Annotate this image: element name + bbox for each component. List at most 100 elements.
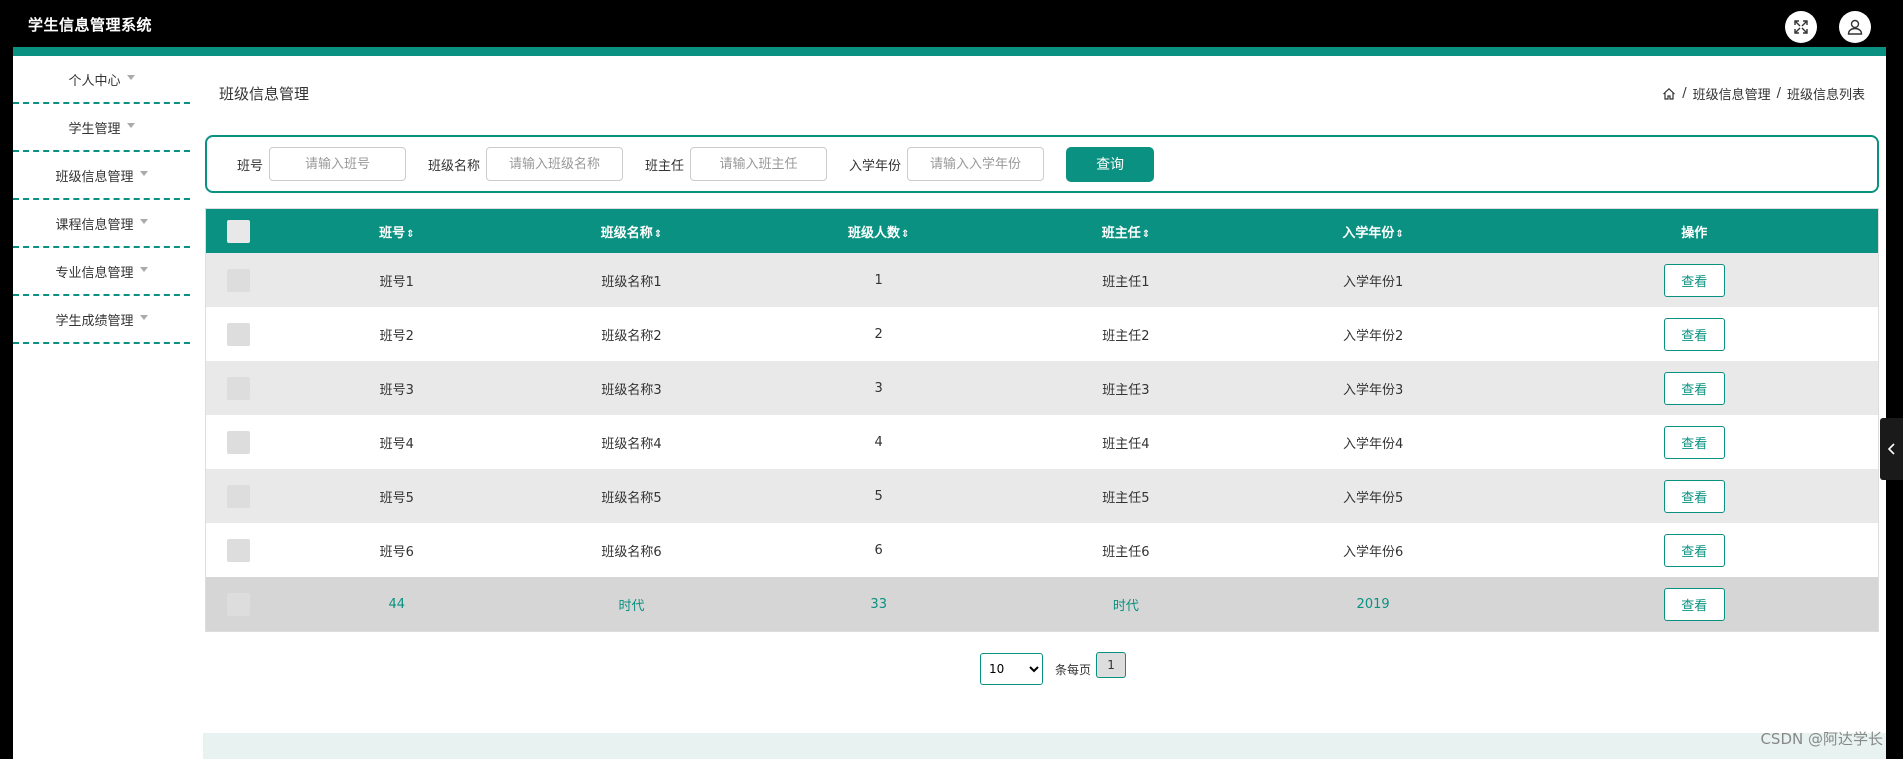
view-button[interactable]: 查看 bbox=[1663, 425, 1725, 459]
teacher-label: 班主任 bbox=[645, 158, 685, 174]
sidebar-item-score-management[interactable]: 学生成绩管理 bbox=[13, 296, 190, 344]
caret-down-icon bbox=[139, 266, 148, 272]
sort-icon: ⇕ bbox=[901, 228, 910, 240]
caret-down-icon bbox=[126, 122, 135, 128]
cell-teacher: 班主任2 bbox=[1102, 328, 1150, 344]
fullscreen-icon bbox=[1794, 20, 1808, 34]
cell-teacher: 班主任5 bbox=[1102, 490, 1150, 506]
cell-count: 5 bbox=[874, 488, 883, 504]
cell-class-no: 班号4 bbox=[379, 436, 414, 452]
top-bar: 学生信息管理系统 bbox=[0, 0, 1903, 47]
query-button[interactable]: 查询 bbox=[1066, 146, 1155, 182]
table-row: 班号4 班级名称4 4 班主任4 入学年份4 查看 bbox=[206, 415, 1878, 469]
view-button[interactable]: 查看 bbox=[1663, 317, 1725, 351]
col-year[interactable]: 入学年份⇕ bbox=[1236, 222, 1511, 241]
sort-icon: ⇕ bbox=[1395, 228, 1404, 240]
cell-year: 入学年份2 bbox=[1342, 328, 1404, 344]
app-title: 学生信息管理系统 bbox=[28, 16, 153, 34]
caret-down-icon bbox=[126, 74, 135, 80]
cell-teacher: 班主任4 bbox=[1102, 436, 1150, 452]
home-icon[interactable] bbox=[1662, 87, 1676, 101]
row-checkbox[interactable] bbox=[227, 538, 251, 562]
row-checkbox[interactable] bbox=[227, 430, 251, 454]
sidebar-item-label: 个人中心 bbox=[68, 73, 121, 89]
row-checkbox[interactable] bbox=[227, 484, 251, 508]
row-checkbox[interactable] bbox=[227, 322, 251, 346]
row-checkbox[interactable] bbox=[227, 268, 251, 292]
cell-class-no: 班号5 bbox=[379, 490, 414, 506]
row-checkbox[interactable] bbox=[227, 592, 251, 616]
class-no-label: 班号 bbox=[237, 158, 264, 174]
sidebar-item-label: 班级信息管理 bbox=[55, 169, 134, 185]
cell-teacher: 班主任6 bbox=[1102, 544, 1150, 560]
page-size-select[interactable]: 10 bbox=[980, 653, 1043, 685]
cell-class-name: 班级名称5 bbox=[601, 490, 662, 506]
per-page-label: 条每页 bbox=[1055, 662, 1092, 677]
cell-class-name: 班级名称4 bbox=[601, 436, 662, 452]
cell-class-name: 班级名称3 bbox=[601, 382, 662, 398]
breadcrumb-level2: 班级信息列表 bbox=[1786, 88, 1865, 103]
view-button[interactable]: 查看 bbox=[1663, 371, 1725, 405]
cell-year: 入学年份5 bbox=[1342, 490, 1404, 506]
chevron-left-icon bbox=[1887, 443, 1895, 455]
sidebar: 个人中心 学生管理 班级信息管理 课程信息管理 专业信息管理 学生成绩管理 bbox=[13, 56, 190, 344]
main-content: 班级信息管理 / 班级信息管理 / 班级信息列表 班号 班级名称 班主任 bbox=[203, 56, 1879, 759]
teacher-input[interactable] bbox=[690, 147, 828, 181]
col-class-no[interactable]: 班号⇕ bbox=[272, 222, 522, 241]
row-checkbox[interactable] bbox=[227, 376, 251, 400]
watermark: CSDN @阿达学长 bbox=[1760, 730, 1883, 748]
caret-down-icon bbox=[139, 218, 148, 224]
cell-count: 4 bbox=[874, 434, 883, 450]
class-no-input[interactable] bbox=[269, 147, 407, 181]
search-form: 班号 班级名称 班主任 入学年份 查询 bbox=[205, 135, 1879, 193]
fullscreen-button[interactable] bbox=[1785, 11, 1817, 43]
col-teacher[interactable]: 班主任⇕ bbox=[1016, 222, 1236, 241]
sort-icon: ⇕ bbox=[653, 228, 663, 240]
enroll-year-label: 入学年份 bbox=[849, 158, 902, 174]
sort-icon: ⇕ bbox=[1141, 228, 1151, 240]
table-row: 班号5 班级名称5 5 班主任5 入学年份5 查看 bbox=[206, 469, 1878, 523]
breadcrumb-level1[interactable]: 班级信息管理 bbox=[1693, 84, 1771, 103]
page-number-1[interactable]: 1 bbox=[1096, 652, 1127, 678]
breadcrumb-separator: / bbox=[1776, 86, 1781, 101]
cell-teacher: 班主任1 bbox=[1102, 274, 1150, 290]
view-button[interactable]: 查看 bbox=[1663, 533, 1725, 567]
caret-down-icon bbox=[139, 170, 148, 176]
breadcrumb: / 班级信息管理 / 班级信息列表 bbox=[1662, 84, 1865, 103]
sidebar-item-student-management[interactable]: 学生管理 bbox=[13, 104, 190, 152]
side-panel-toggle[interactable] bbox=[1880, 418, 1903, 480]
class-name-input[interactable] bbox=[486, 147, 624, 181]
pagination: 10 条每页 1 bbox=[980, 652, 1127, 685]
cell-class-name: 班级名称1 bbox=[601, 274, 662, 290]
cell-class-name: 班级名称6 bbox=[601, 544, 662, 560]
table-row-hovered: 44 时代 33 时代 2019 查看 bbox=[206, 577, 1878, 631]
cell-teacher: 班主任3 bbox=[1102, 382, 1150, 398]
table-row: 班号2 班级名称2 2 班主任2 入学年份2 查看 bbox=[206, 307, 1878, 361]
table-row: 班号6 班级名称6 6 班主任6 入学年份6 查看 bbox=[206, 523, 1878, 577]
sidebar-item-label: 学生管理 bbox=[68, 121, 121, 137]
view-button[interactable]: 查看 bbox=[1663, 479, 1725, 513]
sidebar-item-personal-center[interactable]: 个人中心 bbox=[13, 56, 190, 104]
user-button[interactable] bbox=[1839, 11, 1871, 43]
header-accent-strip bbox=[13, 47, 1886, 56]
footer-band bbox=[203, 733, 1886, 759]
class-table: 班号⇕ 班级名称⇕ 班级人数⇕ 班主任⇕ 入学年份⇕ 操作 班号1 班级名称1 … bbox=[205, 208, 1879, 632]
select-all-checkbox[interactable] bbox=[227, 219, 251, 243]
cell-year: 入学年份3 bbox=[1342, 382, 1404, 398]
caret-down-icon bbox=[139, 314, 148, 320]
cell-class-no: 44 bbox=[388, 596, 406, 612]
view-button[interactable]: 查看 bbox=[1663, 587, 1725, 621]
cell-count: 1 bbox=[874, 272, 883, 288]
col-count[interactable]: 班级人数⇕ bbox=[741, 222, 1016, 241]
col-class-name[interactable]: 班级名称⇕ bbox=[522, 222, 742, 241]
cell-class-no: 班号1 bbox=[379, 274, 414, 290]
sidebar-item-class-management[interactable]: 班级信息管理 bbox=[13, 152, 190, 200]
cell-class-no: 班号6 bbox=[379, 544, 414, 560]
class-name-label: 班级名称 bbox=[428, 158, 481, 174]
cell-teacher: 时代 bbox=[1112, 598, 1139, 614]
sidebar-item-major-management[interactable]: 专业信息管理 bbox=[13, 248, 190, 296]
cell-class-no: 班号3 bbox=[379, 382, 414, 398]
sidebar-item-course-management[interactable]: 课程信息管理 bbox=[13, 200, 190, 248]
enroll-year-input[interactable] bbox=[907, 147, 1045, 181]
view-button[interactable]: 查看 bbox=[1663, 263, 1725, 297]
